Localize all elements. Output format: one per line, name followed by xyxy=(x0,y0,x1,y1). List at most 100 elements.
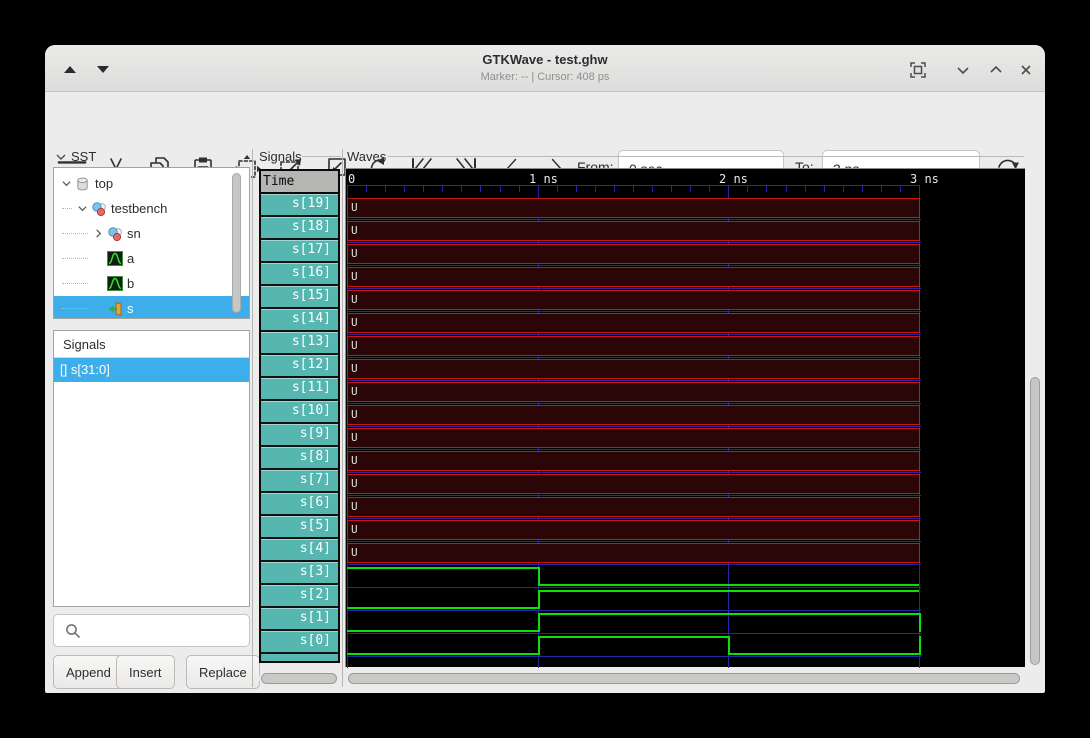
tree-item-label: s xyxy=(127,301,134,316)
fit-window-button[interactable] xyxy=(905,58,931,82)
wave-level-s[2][interactable] xyxy=(347,607,538,609)
timeline-tick xyxy=(557,185,558,192)
wave-row-s[18][interactable]: U xyxy=(347,221,920,241)
wave-level-s[0][interactable] xyxy=(538,636,729,638)
signal-name-s[3][interactable]: s[3] xyxy=(261,562,338,585)
signal-name-s[9][interactable]: s[9] xyxy=(261,424,338,447)
signal-search-input[interactable] xyxy=(53,614,250,647)
timeline-tick xyxy=(423,185,424,192)
wave-row-s[15][interactable]: U xyxy=(347,290,920,310)
tree-item-sn[interactable]: sn xyxy=(54,221,249,246)
signal-name-s[7][interactable]: s[7] xyxy=(261,470,338,493)
tree-item-b[interactable]: b xyxy=(54,271,249,296)
wave-canvas[interactable]: 01 ns 2 ns 3 ns U U U U U U U U U U U U U U U U xyxy=(345,168,1025,668)
signal-name-s[5][interactable]: s[5] xyxy=(261,516,338,539)
maximize-button[interactable] xyxy=(983,58,1009,82)
waves-vscroll-thumb[interactable] xyxy=(1030,377,1040,665)
names-hscroll-thumb[interactable] xyxy=(261,673,337,684)
signal-name-s[18][interactable]: s[18] xyxy=(261,217,338,240)
signal-list-item[interactable]: [] s[31:0] xyxy=(54,358,249,382)
signal-name-s[15][interactable]: s[15] xyxy=(261,286,338,309)
signal-name-s[8][interactable]: s[8] xyxy=(261,447,338,470)
tree-item-a[interactable]: a xyxy=(54,246,249,271)
row-separator xyxy=(347,564,921,565)
signal-name-s[2][interactable]: s[2] xyxy=(261,585,338,608)
wave-level-s[3][interactable] xyxy=(347,567,538,569)
wave-row-s[9][interactable]: U xyxy=(347,428,920,448)
tree-item-label: sn xyxy=(127,226,141,241)
chevron-down-icon xyxy=(957,67,969,75)
expander-closed-icon[interactable] xyxy=(91,226,106,241)
signal-name-s[10][interactable]: s[10] xyxy=(261,401,338,424)
wave-row-s[16][interactable]: U xyxy=(347,267,920,287)
tree-connector-line xyxy=(62,283,88,284)
wave-level-s[3][interactable] xyxy=(538,584,919,586)
timeline-tick xyxy=(824,185,825,192)
wave-row-s[5][interactable]: U xyxy=(347,520,920,540)
insert-button[interactable]: Insert xyxy=(116,655,175,689)
wave-icon xyxy=(106,251,123,267)
append-button[interactable]: Append xyxy=(53,655,124,689)
signal-name-s[11][interactable]: s[11] xyxy=(261,378,338,401)
signal-name-s[12][interactable]: s[12] xyxy=(261,355,338,378)
wave-level-s[1][interactable] xyxy=(347,630,538,632)
spheres-icon xyxy=(90,201,107,217)
timeline-label-1ns: 1 ns xyxy=(529,172,558,186)
wave-row-s[10][interactable]: U xyxy=(347,405,920,425)
signal-name-s[19][interactable]: s[19] xyxy=(261,194,338,217)
wave-row-s[8][interactable]: U xyxy=(347,451,920,471)
close-button[interactable] xyxy=(1013,58,1039,82)
timeline-tick xyxy=(728,185,729,192)
wave-level-s[2][interactable] xyxy=(538,590,919,592)
wave-level-s[1][interactable] xyxy=(538,613,919,615)
waves-frame-label: Waves xyxy=(347,149,387,164)
pane-divider-left[interactable] xyxy=(252,149,253,687)
wave-row-s[19][interactable]: U xyxy=(347,198,920,218)
tree-item-top[interactable]: top xyxy=(54,171,249,196)
wave-row-s[4][interactable]: U xyxy=(347,543,920,563)
pane-divider-right[interactable] xyxy=(342,149,343,687)
wave-row-s[6][interactable]: U xyxy=(347,497,920,517)
tree-item-testbench[interactable]: testbench xyxy=(54,196,249,221)
expander-open-icon[interactable] xyxy=(59,176,74,191)
wave-row-s[13][interactable]: U xyxy=(347,336,920,356)
expander-open-icon[interactable] xyxy=(75,201,90,216)
cylinder-icon xyxy=(74,176,91,192)
wave-row-s[7][interactable]: U xyxy=(347,474,920,494)
timeline-tick xyxy=(843,185,844,192)
row-separator xyxy=(347,472,921,473)
tree-item-label: b xyxy=(127,276,135,291)
signal-name-s[6][interactable]: s[6] xyxy=(261,493,338,516)
fit-icon xyxy=(910,62,926,78)
minimize-button[interactable] xyxy=(950,58,976,82)
sst-tree-scrollbar[interactable] xyxy=(232,173,241,313)
tree-connector-line xyxy=(62,208,72,209)
row-separator xyxy=(347,518,921,519)
tree-item-s[interactable]: s xyxy=(54,296,249,318)
wave-row-s[12][interactable]: U xyxy=(347,359,920,379)
timeline-tick xyxy=(576,185,577,192)
wave-level-s[0][interactable] xyxy=(728,653,919,655)
names-hscroll-track[interactable] xyxy=(259,672,340,685)
titlebar: GTKWave - test.ghw Marker: -- | Cursor: … xyxy=(45,45,1045,92)
row-separator xyxy=(347,403,921,404)
signal-name-s[17][interactable]: s[17] xyxy=(261,240,338,263)
replace-button[interactable]: Replace xyxy=(186,655,260,689)
names-frame-label: Signals xyxy=(259,149,302,164)
row-separator xyxy=(347,656,921,657)
waves-hscroll-track[interactable] xyxy=(345,672,1025,685)
sst-header[interactable]: SST xyxy=(55,149,96,164)
signal-name-s[1][interactable]: s[1] xyxy=(261,608,338,631)
waves-hscroll-thumb[interactable] xyxy=(348,673,1020,684)
wave-level-s[0][interactable] xyxy=(347,653,538,655)
signal-name-s[14][interactable]: s[14] xyxy=(261,309,338,332)
signal-name-s[0][interactable]: s[0] xyxy=(261,631,338,654)
wave-row-s[14][interactable]: U xyxy=(347,313,920,333)
wave-row-s[11][interactable]: U xyxy=(347,382,920,402)
signal-name-s[16][interactable]: s[16] xyxy=(261,263,338,286)
wave-row-s[17][interactable]: U xyxy=(347,244,920,264)
timeline-tick xyxy=(652,185,653,192)
signal-name-s[13][interactable]: s[13] xyxy=(261,332,338,355)
signal-name-s[4][interactable]: s[4] xyxy=(261,539,338,562)
wave-edge-s[0] xyxy=(919,636,921,655)
